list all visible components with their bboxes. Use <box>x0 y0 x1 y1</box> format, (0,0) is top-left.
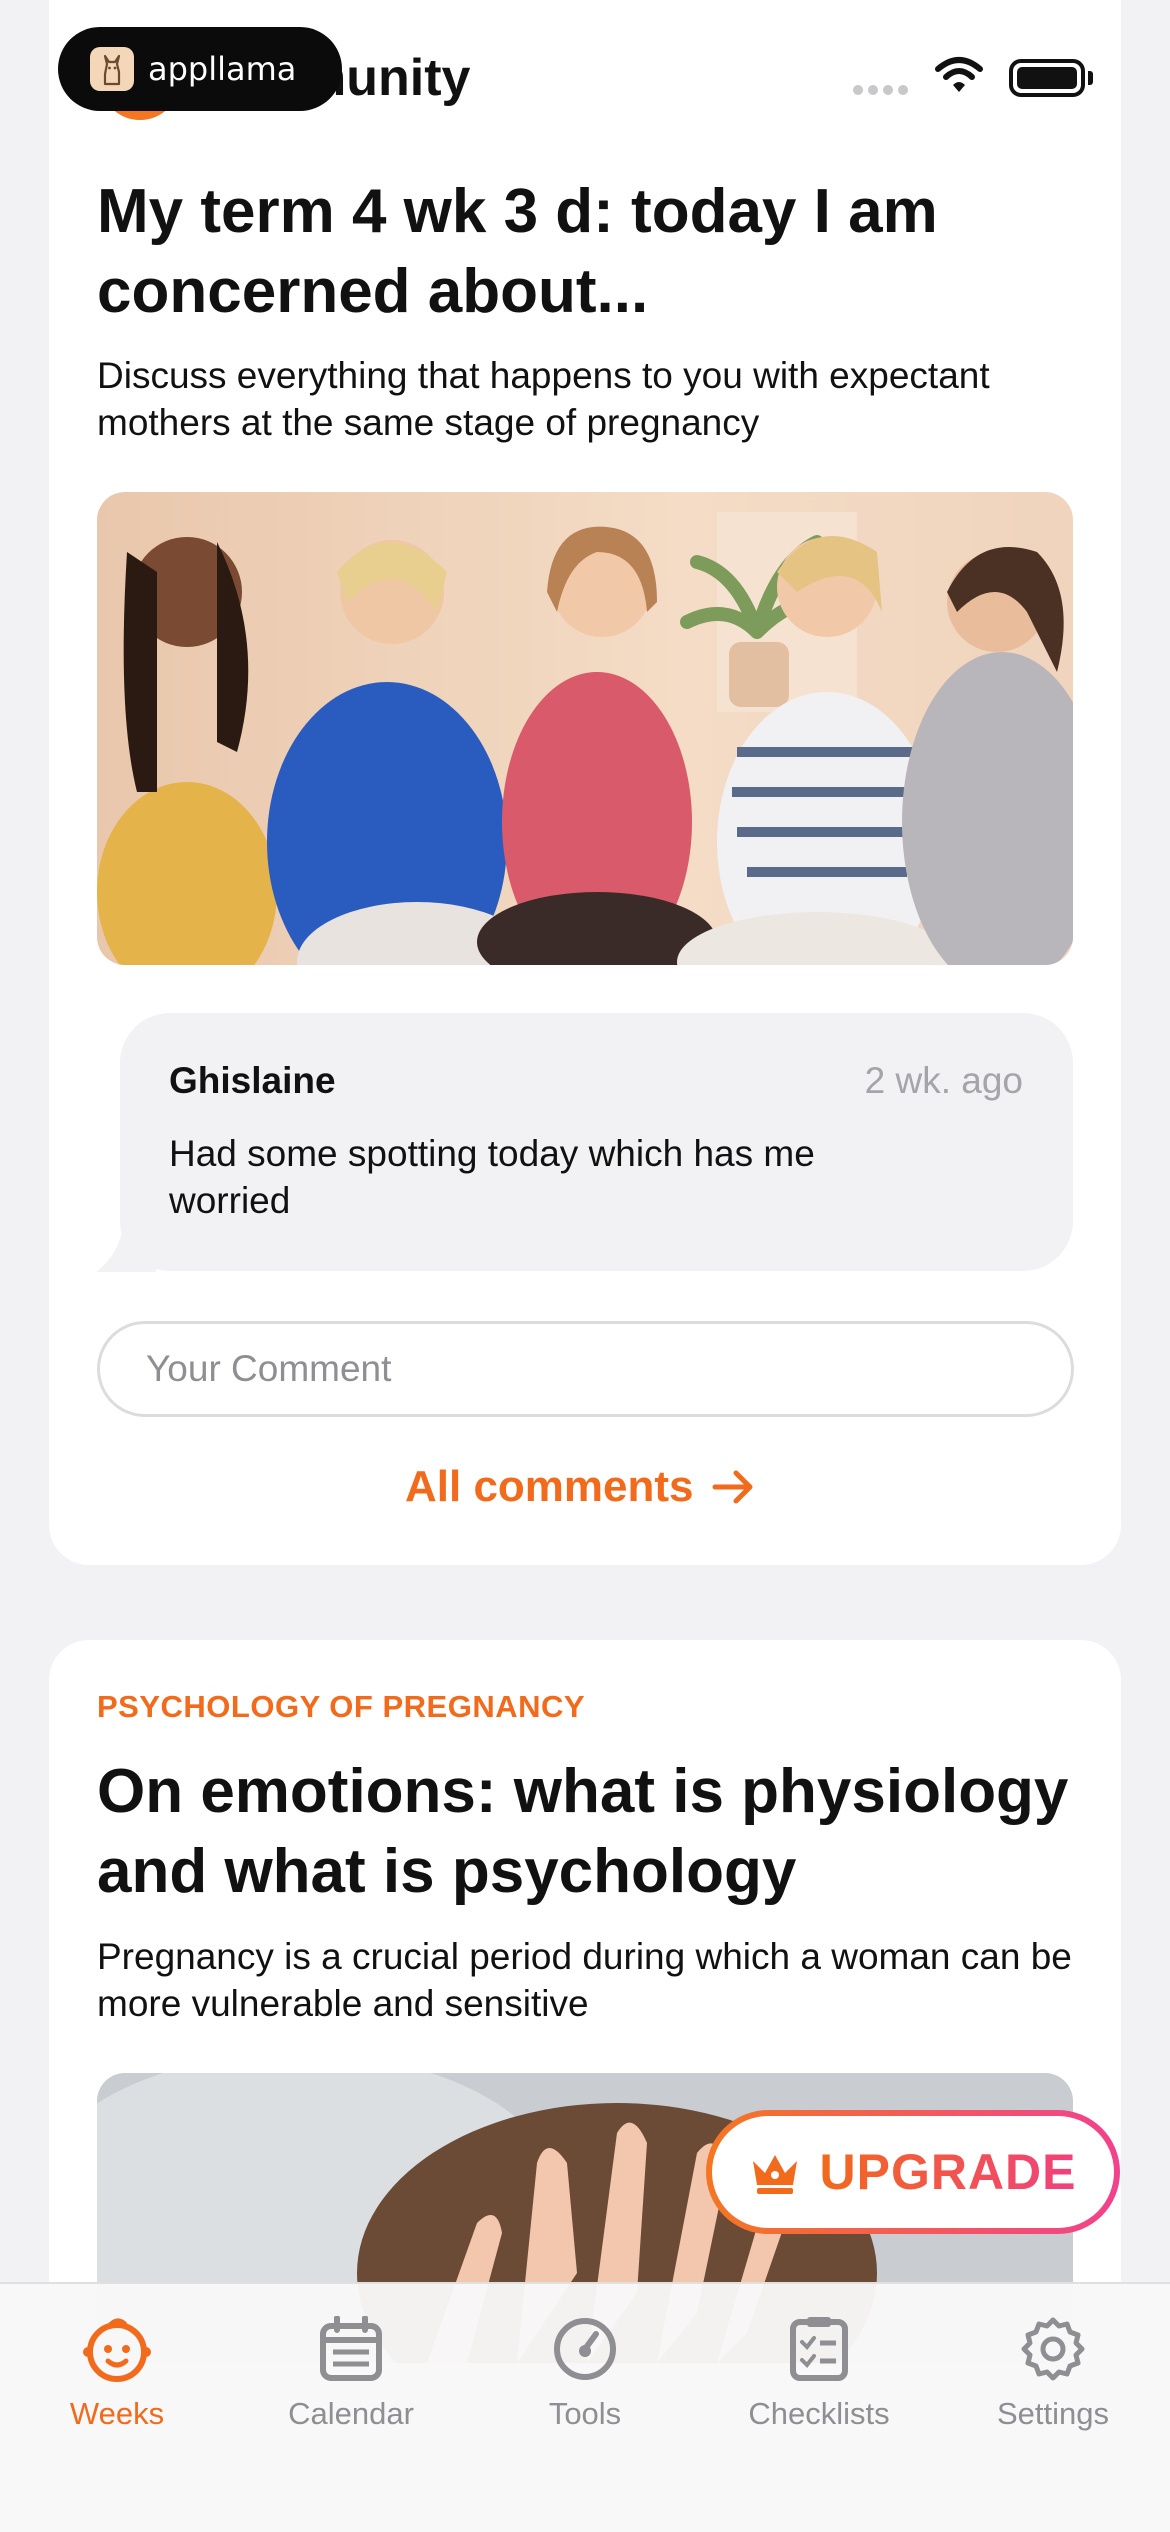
tab-label-calendar: Calendar <box>288 2396 414 2431</box>
tab-weeks[interactable]: Weeks <box>0 2284 234 2532</box>
comment-author: Ghislaine <box>169 1060 336 1101</box>
tab-label-checklists: Checklists <box>748 2396 890 2431</box>
battery-icon <box>1009 59 1085 97</box>
upgrade-button[interactable]: UPGRADE <box>706 2110 1120 2234</box>
tab-settings[interactable]: Settings <box>936 2284 1170 2532</box>
comment-input[interactable] <box>97 1321 1074 1417</box>
tab-tools[interactable]: Tools <box>468 2284 702 2532</box>
recording-badge: appllama <box>58 27 342 111</box>
battery-cap <box>1088 71 1093 85</box>
post-description: Discuss everything that happens to you w… <box>97 355 990 443</box>
badge-text: appllama <box>148 50 297 88</box>
tab-label-tools: Tools <box>548 2396 622 2431</box>
crown-icon <box>753 2155 798 2194</box>
tab-checklists[interactable]: Checklists <box>702 2284 936 2532</box>
comment-text: Had some spotting today which has me wor… <box>169 1133 815 1221</box>
upgrade-label: UPGRADE <box>819 2144 1077 2200</box>
tab-label-weeks: Weeks <box>69 2396 165 2431</box>
article-category: PSYCHOLOGY OF PREGNANCY <box>97 1689 586 1724</box>
llama-logo-icon <box>90 47 134 91</box>
article-description: Pregnancy is a crucial period during whi… <box>97 1936 1072 2024</box>
checklist-icon <box>790 2317 848 2381</box>
baby-face-icon <box>83 2318 151 2382</box>
post-title[interactable]: My term 4 wk 3 d: today I am concerned a… <box>97 172 1057 332</box>
calendar-icon <box>320 2316 382 2381</box>
tab-calendar[interactable]: Calendar <box>234 2284 468 2532</box>
tab-bar: Weeks Calendar Tools Checklists Settings <box>0 2282 1170 2532</box>
all-comments-link[interactable]: All comments <box>405 1462 756 1512</box>
gauge-icon <box>554 2318 616 2380</box>
arrow-right-icon <box>712 1470 753 1504</box>
all-comments-label: All comments <box>405 1462 694 1511</box>
community-hero-image[interactable] <box>97 492 1073 965</box>
wifi-icon <box>935 57 983 92</box>
cellular-signal-icon <box>853 82 913 100</box>
comment-timestamp: 2 wk. ago <box>864 1060 1023 1101</box>
article-title[interactable]: On emotions: what is physiology and what… <box>97 1752 1097 1912</box>
gear-icon <box>1021 2317 1085 2381</box>
tab-label-settings: Settings <box>996 2396 1109 2431</box>
